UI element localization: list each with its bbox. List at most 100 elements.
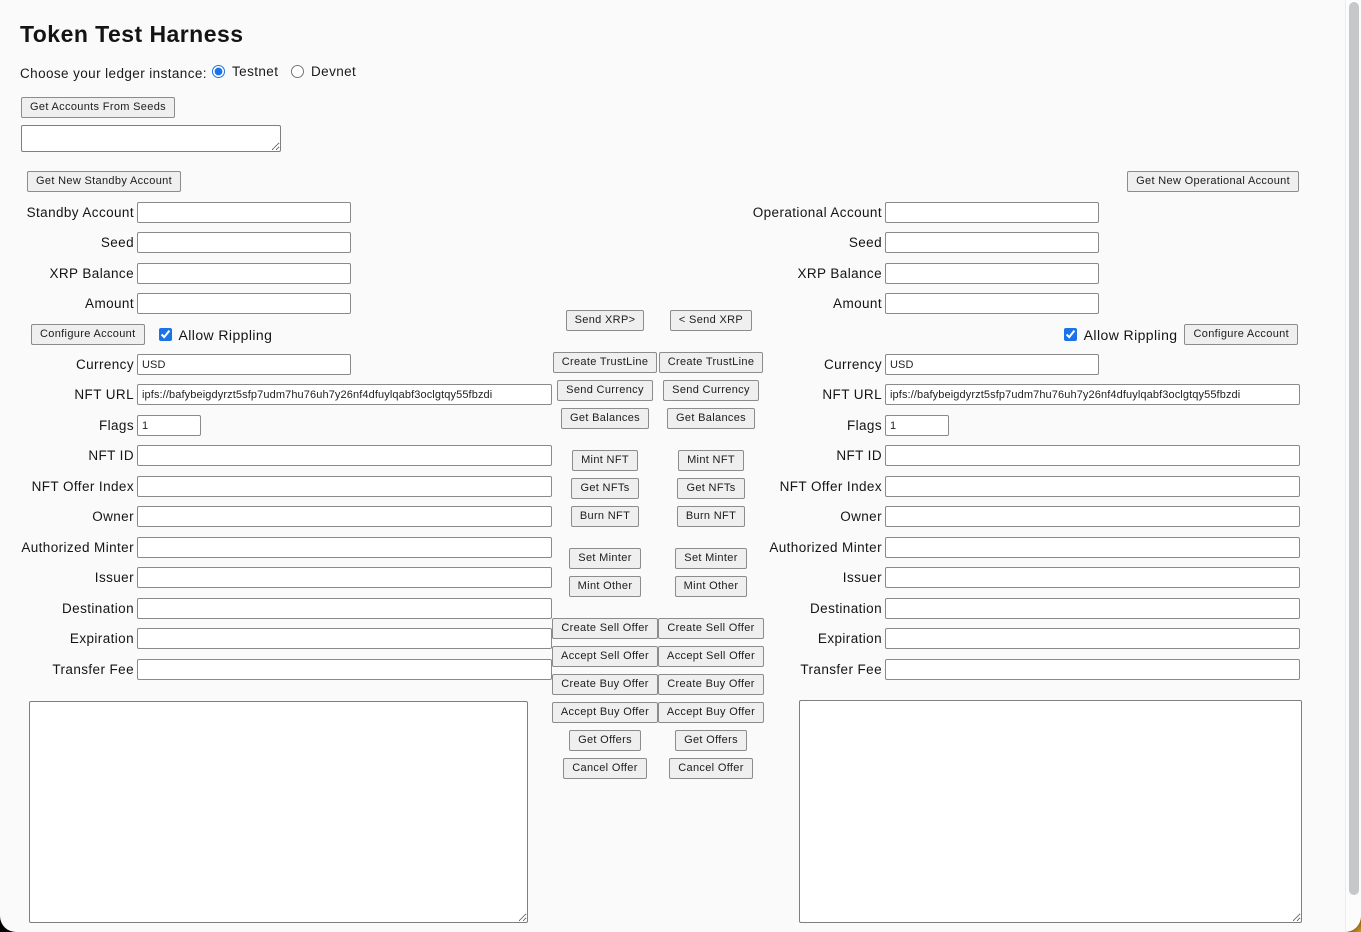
get-new-operational-account-button[interactable]: Get New Operational Account [1127, 171, 1299, 192]
standby-create-buy-offer-button[interactable]: Create Buy Offer [552, 674, 658, 695]
standby-owner-input[interactable] [137, 506, 552, 527]
standby-amount-label: Amount [0, 296, 134, 311]
ledger-instance-row: Choose your ledger instance: Testnet Dev… [20, 64, 520, 84]
standby-account-input[interactable] [137, 202, 351, 223]
standby-xrp-balance-input[interactable] [137, 263, 351, 284]
standby-allow-rippling-checkbox[interactable] [159, 328, 172, 341]
operational-xrp-balance-label: XRP Balance [740, 266, 882, 281]
operational-amount-input[interactable] [885, 293, 1099, 314]
standby-cancel-offer-button[interactable]: Cancel Offer [563, 758, 647, 779]
standby-authorized-minter-input[interactable] [137, 537, 552, 558]
ledger-instance-prompt: Choose your ledger instance: [20, 66, 207, 81]
operational-xrp-balance-input[interactable] [885, 263, 1099, 284]
operational-authorized-minter-label: Authorized Minter [740, 540, 882, 555]
standby-owner-label: Owner [0, 509, 134, 524]
standby-nft-id-input[interactable] [137, 445, 552, 466]
operational-cancel-offer-button[interactable]: Cancel Offer [669, 758, 753, 779]
standby-accept-buy-offer-button[interactable]: Accept Buy Offer [552, 702, 658, 723]
operational-nft-id-label: NFT ID [740, 448, 882, 463]
operational-mint-other-button[interactable]: Mint Other [675, 576, 748, 597]
operational-set-minter-button[interactable]: Set Minter [675, 548, 746, 569]
get-new-standby-account-button[interactable]: Get New Standby Account [27, 171, 181, 192]
operational-results-textarea[interactable] [799, 700, 1302, 923]
operational-destination-input[interactable] [885, 598, 1300, 619]
operational-transfer-fee-input[interactable] [885, 659, 1300, 680]
standby-burn-nft-button[interactable]: Burn NFT [571, 506, 639, 527]
operational-currency-input[interactable] [885, 354, 1099, 375]
standby-accept-sell-offer-button[interactable]: Accept Sell Offer [552, 646, 658, 667]
standby-get-nfts-button[interactable]: Get NFTs [571, 478, 638, 499]
devnet-radio[interactable] [291, 65, 304, 78]
standby-xrp-balance-label: XRP Balance [0, 266, 134, 281]
radio-option-devnet[interactable]: Devnet [291, 64, 356, 79]
operational-seed-label: Seed [740, 235, 882, 250]
standby-send-currency-button[interactable]: Send Currency [557, 380, 653, 401]
standby-destination-label: Destination [0, 601, 134, 616]
operational-expiration-label: Expiration [740, 631, 882, 646]
operational-account-label: Operational Account [740, 205, 882, 220]
get-accounts-from-seeds-button[interactable]: Get Accounts From Seeds [21, 97, 175, 118]
operational-allow-rippling-label: Allow Rippling [1084, 327, 1178, 343]
standby-flags-input[interactable] [137, 415, 201, 436]
standby-expiration-input[interactable] [137, 628, 552, 649]
standby-seed-input[interactable] [137, 232, 351, 253]
operational-get-nfts-button[interactable]: Get NFTs [677, 478, 744, 499]
standby-nft-url-label: NFT URL [0, 387, 134, 402]
operational-transfer-fee-label: Transfer Fee [740, 662, 882, 677]
operational-seed-input[interactable] [885, 232, 1099, 253]
standby-nft-offer-index-input[interactable] [137, 476, 552, 497]
standby-get-balances-button[interactable]: Get Balances [561, 408, 649, 429]
standby-mint-nft-button[interactable]: Mint NFT [572, 450, 638, 471]
operational-allow-rippling-option[interactable]: Allow Rippling [1064, 327, 1178, 343]
standby-seed-label: Seed [0, 235, 134, 250]
seeds-textarea[interactable] [21, 125, 281, 152]
standby-amount-input[interactable] [137, 293, 351, 314]
standby-allow-rippling-option[interactable]: Allow Rippling [159, 327, 273, 343]
operational-currency-label: Currency [740, 357, 882, 372]
standby-nft-url-input[interactable] [137, 384, 552, 405]
standby-set-minter-button[interactable]: Set Minter [569, 548, 640, 569]
standby-issuer-input[interactable] [137, 567, 552, 588]
testnet-radio[interactable] [212, 65, 225, 78]
standby-transfer-fee-label: Transfer Fee [0, 662, 134, 677]
operational-amount-label: Amount [740, 296, 882, 311]
operational-expiration-input[interactable] [885, 628, 1300, 649]
operational-destination-label: Destination [740, 601, 882, 616]
operational-nft-url-input[interactable] [885, 384, 1300, 405]
send-xrp-to-operational-button[interactable]: Send XRP> [566, 310, 645, 331]
testnet-radio-label: Testnet [232, 64, 278, 79]
standby-account-label: Standby Account [0, 205, 134, 220]
operational-accept-buy-offer-button[interactable]: Accept Buy Offer [658, 702, 764, 723]
operational-nft-url-label: NFT URL [740, 387, 882, 402]
operational-burn-nft-button[interactable]: Burn NFT [677, 506, 745, 527]
standby-mint-other-button[interactable]: Mint Other [569, 576, 642, 597]
standby-create-sell-offer-button[interactable]: Create Sell Offer [552, 618, 657, 639]
standby-allow-rippling-label: Allow Rippling [179, 327, 273, 343]
devnet-radio-label: Devnet [311, 64, 356, 79]
operational-account-input[interactable] [885, 202, 1099, 223]
radio-option-testnet[interactable]: Testnet [212, 64, 278, 79]
operational-mint-nft-button[interactable]: Mint NFT [678, 450, 744, 471]
standby-expiration-label: Expiration [0, 631, 134, 646]
operational-allow-rippling-checkbox[interactable] [1064, 328, 1077, 341]
operational-authorized-minter-input[interactable] [885, 537, 1300, 558]
operational-nft-offer-index-input[interactable] [885, 476, 1300, 497]
standby-currency-input[interactable] [137, 354, 351, 375]
operational-issuer-input[interactable] [885, 567, 1300, 588]
scrollbar[interactable] [1345, 0, 1361, 932]
operational-nft-offer-index-label: NFT Offer Index [740, 479, 882, 494]
standby-get-offers-button[interactable]: Get Offers [569, 730, 641, 751]
operational-flags-input[interactable] [885, 415, 949, 436]
scrollbar-thumb[interactable] [1349, 2, 1359, 895]
operational-flags-label: Flags [740, 418, 882, 433]
operational-nft-id-input[interactable] [885, 445, 1300, 466]
standby-results-textarea[interactable] [29, 701, 528, 923]
standby-transfer-fee-input[interactable] [137, 659, 552, 680]
configure-operational-account-button[interactable]: Configure Account [1184, 324, 1298, 345]
standby-destination-input[interactable] [137, 598, 552, 619]
operational-owner-input[interactable] [885, 506, 1300, 527]
standby-create-trustline-button[interactable]: Create TrustLine [553, 352, 658, 373]
configure-standby-account-button[interactable]: Configure Account [31, 324, 145, 345]
operational-get-offers-button[interactable]: Get Offers [675, 730, 747, 751]
operational-issuer-label: Issuer [740, 570, 882, 585]
